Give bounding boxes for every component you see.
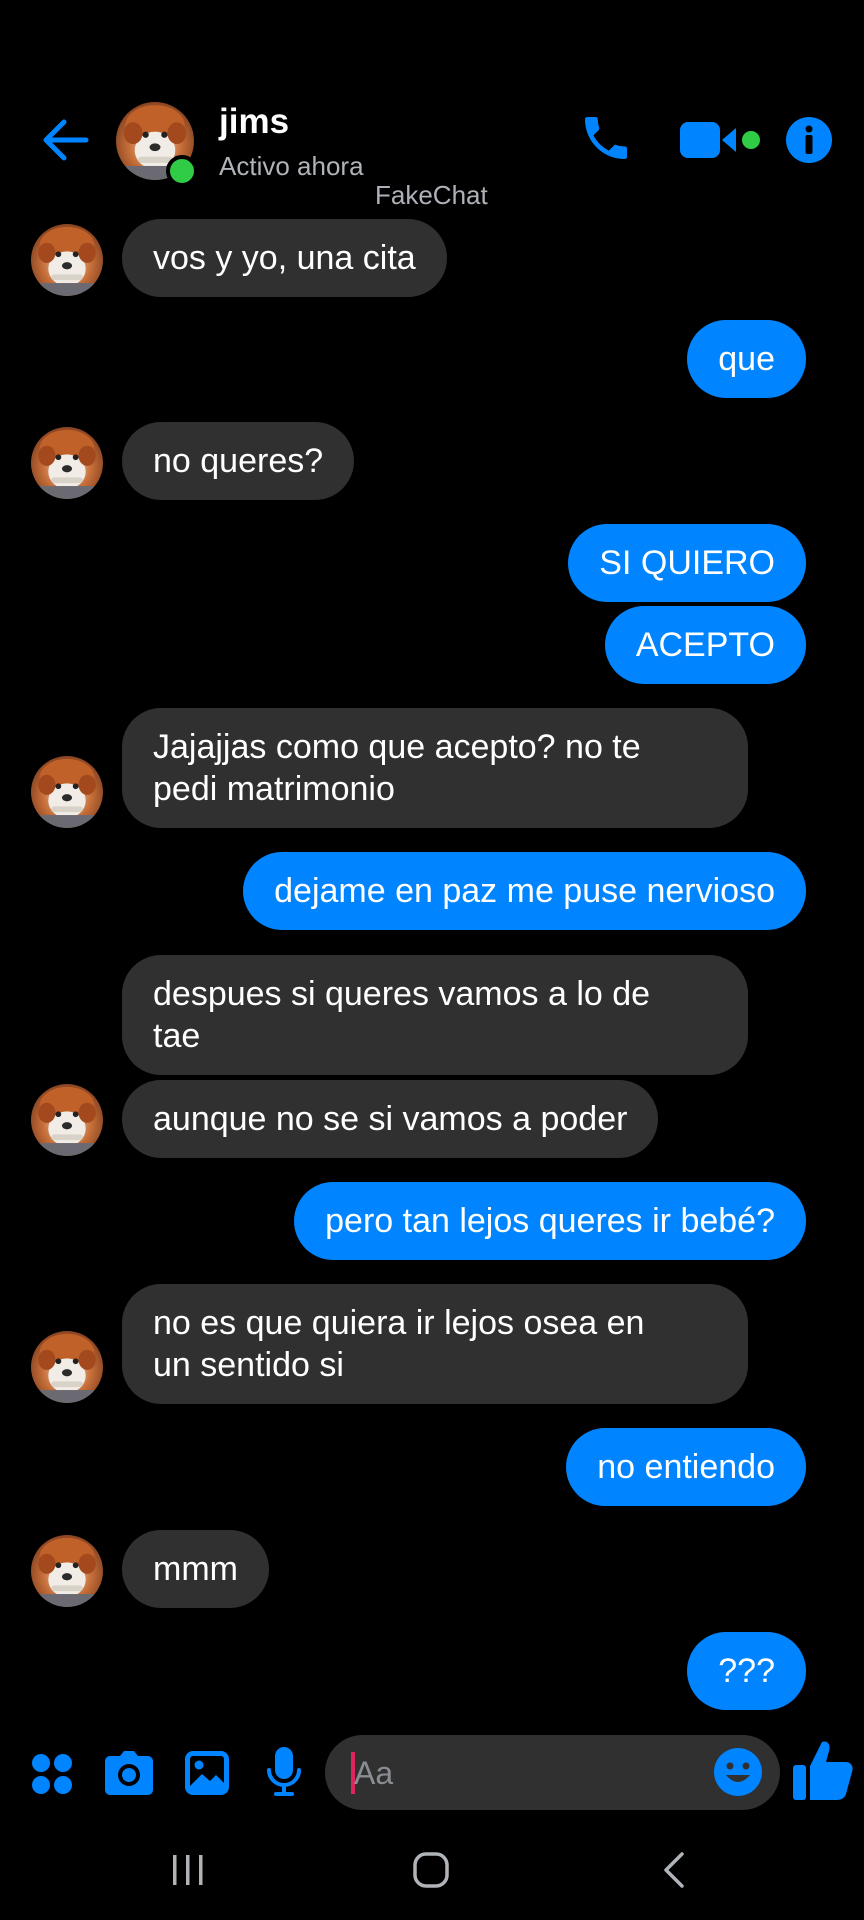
four-dots-icon xyxy=(32,1754,72,1794)
thumbs-up-icon xyxy=(793,1741,853,1800)
message-received[interactable]: vos y yo, una cita xyxy=(122,219,447,297)
message-sent[interactable]: no entiendo xyxy=(566,1428,806,1506)
message-avatar[interactable] xyxy=(31,1331,103,1403)
info-icon xyxy=(786,117,832,163)
message-input[interactable] xyxy=(352,1735,686,1812)
message-avatar[interactable] xyxy=(31,1084,103,1156)
phone-icon xyxy=(585,117,627,159)
message-sent[interactable]: dejame en paz me puse nervioso xyxy=(243,852,806,930)
microphone-button[interactable] xyxy=(266,1746,302,1803)
microphone-icon xyxy=(267,1747,301,1796)
nav-recents-button[interactable] xyxy=(170,1853,206,1892)
message-received[interactable]: mmm xyxy=(122,1530,269,1608)
message-received[interactable]: no queres? xyxy=(122,422,355,500)
camera-button[interactable] xyxy=(104,1750,154,1801)
like-button[interactable] xyxy=(792,1738,854,1807)
message-received[interactable]: despues si queres vamos a lo de tae xyxy=(122,955,748,1075)
message-sent[interactable]: que xyxy=(687,320,806,398)
contact-status: Activo ahora xyxy=(219,151,364,181)
message-avatar[interactable] xyxy=(31,1535,103,1607)
message-avatar[interactable] xyxy=(31,756,103,828)
nav-home-button[interactable] xyxy=(412,1851,450,1894)
message-sent[interactable]: SI QUIERO xyxy=(568,524,806,602)
message-sent[interactable]: pero tan lejos queres ir bebé? xyxy=(294,1182,806,1260)
camera-icon xyxy=(105,1751,153,1795)
chevron-back-icon xyxy=(664,1852,684,1888)
message-received[interactable]: aunque no se si vamos a poder xyxy=(122,1080,659,1158)
arrow-left-icon xyxy=(43,119,89,161)
video-call-button[interactable] xyxy=(678,118,764,167)
more-actions-button[interactable] xyxy=(30,1752,74,1801)
message-composer[interactable] xyxy=(325,1735,780,1812)
emoji-button[interactable] xyxy=(713,1747,763,1802)
back-button[interactable] xyxy=(38,112,94,168)
online-status-dot xyxy=(166,155,198,187)
nav-back-button[interactable] xyxy=(660,1851,688,1894)
home-icon xyxy=(413,1852,449,1888)
smiley-icon xyxy=(714,1748,762,1796)
message-sent[interactable]: ??? xyxy=(687,1632,806,1710)
call-button[interactable] xyxy=(578,108,634,173)
watermark-text: FakeChat xyxy=(375,180,488,210)
message-received[interactable]: Jajajjas como que acepto? no te pedi mat… xyxy=(122,708,748,828)
message-avatar[interactable] xyxy=(31,427,103,499)
message-received[interactable]: no es que quiera ir lejos osea en un sen… xyxy=(122,1284,748,1404)
video-camera-icon xyxy=(680,122,760,158)
image-icon xyxy=(185,1751,229,1795)
message-sent[interactable]: ACEPTO xyxy=(604,606,806,684)
gallery-button[interactable] xyxy=(184,1750,230,1801)
recents-icon xyxy=(173,1855,203,1885)
info-button[interactable] xyxy=(785,116,833,169)
contact-name[interactable]: jims xyxy=(219,102,289,142)
message-avatar[interactable] xyxy=(31,224,103,296)
